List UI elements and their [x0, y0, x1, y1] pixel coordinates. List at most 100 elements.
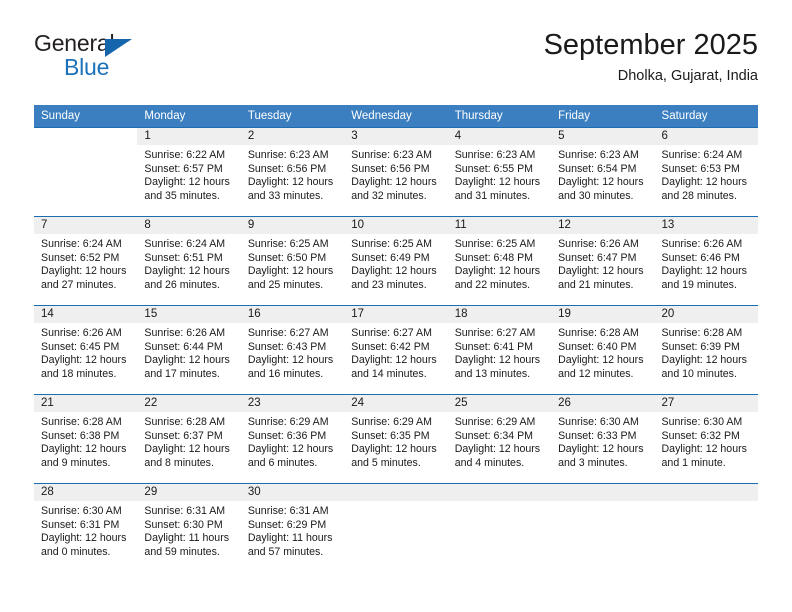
calendar-day-cell[interactable]: 7 Sunrise: 6:24 AM Sunset: 6:52 PM Daylight…: [34, 216, 138, 306]
sunset-time: Sunset: 6:56 PM: [247, 162, 327, 175]
daylight-duration-line2: and 22 minutes.: [454, 278, 531, 291]
day-cell-content: [654, 484, 758, 572]
sunset-time: Sunset: 6:39 PM: [661, 340, 740, 353]
sunset-time: Sunset: 6:57 PM: [144, 162, 223, 175]
daylight-duration-line1: Daylight: 12 hours: [41, 354, 127, 367]
day-details: Sunrise: 6:25 AM Sunset: 6:48 PM Daylight:…: [448, 234, 551, 292]
calendar-day-cell[interactable]: 19 Sunrise: 6:28 AM Sunset: 6:40 PM Dayligh…: [551, 305, 655, 395]
day-number: 8: [137, 217, 241, 234]
weekday-header-wednesday: Wednesday: [344, 105, 448, 128]
sunrise-time: Sunrise: 6:25 AM: [454, 238, 536, 250]
daylight-duration-line1: Daylight: 12 hours: [144, 176, 230, 189]
calendar-day-cell[interactable]: 21 Sunrise: 6:28 AM Sunset: 6:38 PM Dayligh…: [34, 394, 138, 484]
sunset-time: Sunset: 6:38 PM: [41, 429, 120, 442]
day-details: Sunrise: 6:30 AM Sunset: 6:33 PM Daylight:…: [551, 412, 654, 470]
sunrise-time: Sunrise: 6:28 AM: [558, 327, 639, 339]
calendar-day-cell[interactable]: 6 Sunrise: 6:24 AM Sunset: 6:53 PM Daylight…: [654, 127, 758, 217]
calendar-day-cell[interactable]: 2 Sunrise: 6:23 AM Sunset: 6:56 PM Daylight…: [240, 127, 345, 217]
calendar-day-cell[interactable]: 16 Sunrise: 6:27 AM Sunset: 6:43 PM Dayligh…: [240, 305, 345, 395]
calendar-day-cell[interactable]: 13 Sunrise: 6:26 AM Sunset: 6:46 PM Dayligh…: [654, 216, 758, 306]
daylight-duration-line2: and 21 minutes.: [558, 278, 634, 291]
sunrise-time: Sunrise: 6:30 AM: [41, 505, 122, 517]
daylight-duration-line2: and 27 minutes.: [41, 278, 117, 291]
day-cell-content: 29 Sunrise: 6:31 AM Sunset: 6:30 PM Dayligh…: [137, 484, 241, 572]
sunrise-time: Sunrise: 6:22 AM: [144, 149, 226, 161]
daylight-duration-line1: Daylight: 12 hours: [558, 265, 644, 278]
daylight-duration-line2: and 23 minutes.: [351, 278, 427, 291]
day-details: Sunrise: 6:29 AM Sunset: 6:35 PM Daylight:…: [344, 412, 447, 470]
calendar-day-cell[interactable]: 25 Sunrise: 6:29 AM Sunset: 6:34 PM Dayligh…: [447, 394, 552, 484]
daylight-duration-line1: Daylight: 11 hours: [247, 532, 333, 545]
calendar-day-cell[interactable]: 14 Sunrise: 6:26 AM Sunset: 6:45 PM Dayligh…: [34, 305, 138, 395]
day-details: Sunrise: 6:24 AM Sunset: 6:53 PM Daylight:…: [655, 145, 758, 203]
day-cell-content: 22 Sunrise: 6:28 AM Sunset: 6:37 PM Dayligh…: [137, 395, 241, 483]
day-details: Sunrise: 6:23 AM Sunset: 6:55 PM Daylight:…: [448, 145, 551, 203]
daylight-duration-line1: Daylight: 12 hours: [351, 354, 437, 367]
calendar-day-cell[interactable]: 15 Sunrise: 6:26 AM Sunset: 6:44 PM Dayligh…: [137, 305, 241, 395]
daylight-duration-line2: and 8 minutes.: [144, 456, 214, 469]
day-number: 21: [34, 395, 138, 412]
calendar-day-cell[interactable]: 11 Sunrise: 6:25 AM Sunset: 6:48 PM Dayligh…: [447, 216, 552, 306]
calendar-day-cell[interactable]: 18 Sunrise: 6:27 AM Sunset: 6:41 PM Dayligh…: [447, 305, 552, 395]
calendar-week-row: 14 Sunrise: 6:26 AM Sunset: 6:45 PM Dayligh…: [34, 305, 758, 395]
calendar-day-cell[interactable]: 5 Sunrise: 6:23 AM Sunset: 6:54 PM Daylight…: [551, 127, 655, 217]
day-number: [447, 484, 552, 501]
day-number: 10: [344, 217, 448, 234]
logo-text-general: General: [34, 30, 115, 56]
calendar-day-cell[interactable]: 9 Sunrise: 6:25 AM Sunset: 6:50 PM Daylight…: [240, 216, 345, 306]
daylight-duration-line2: and 35 minutes.: [144, 189, 220, 202]
daylight-duration-line2: and 16 minutes.: [247, 367, 324, 380]
sunset-time: Sunset: 6:33 PM: [558, 429, 637, 442]
sunset-time: Sunset: 6:31 PM: [41, 518, 120, 531]
sunrise-time: Sunrise: 6:28 AM: [144, 416, 226, 428]
sunrise-time: Sunrise: 6:26 AM: [558, 238, 639, 250]
calendar-week-row: 7 Sunrise: 6:24 AM Sunset: 6:52 PM Daylight…: [34, 216, 758, 306]
daylight-duration-line1: Daylight: 12 hours: [247, 265, 334, 278]
calendar-day-cell[interactable]: 27 Sunrise: 6:30 AM Sunset: 6:32 PM Dayligh…: [654, 394, 758, 484]
daylight-duration-line1: Daylight: 12 hours: [351, 443, 437, 456]
day-details: Sunrise: 6:28 AM Sunset: 6:37 PM Daylight:…: [137, 412, 240, 470]
day-details: Sunrise: 6:29 AM Sunset: 6:36 PM Daylight:…: [241, 412, 344, 470]
daylight-duration-line1: Daylight: 11 hours: [144, 532, 230, 545]
calendar-day-cell[interactable]: 22 Sunrise: 6:28 AM Sunset: 6:37 PM Dayligh…: [137, 394, 241, 484]
day-cell-content: 2 Sunrise: 6:23 AM Sunset: 6:56 PM Daylight…: [240, 128, 345, 216]
calendar-day-cell[interactable]: 12 Sunrise: 6:26 AM Sunset: 6:47 PM Dayligh…: [551, 216, 655, 306]
calendar-day-cell[interactable]: 1 Sunrise: 6:22 AM Sunset: 6:57 PM Daylight…: [137, 127, 241, 217]
day-cell-content: 20 Sunrise: 6:28 AM Sunset: 6:39 PM Dayligh…: [654, 306, 758, 394]
sunrise-time: Sunrise: 6:23 AM: [454, 149, 536, 161]
calendar-day-cell[interactable]: 24 Sunrise: 6:29 AM Sunset: 6:35 PM Dayligh…: [344, 394, 448, 484]
calendar-day-cell[interactable]: 30 Sunrise: 6:31 AM Sunset: 6:29 PM Dayligh…: [240, 483, 345, 572]
day-cell-content: 7 Sunrise: 6:24 AM Sunset: 6:52 PM Daylight…: [34, 217, 138, 305]
calendar-day-cell[interactable]: 28 Sunrise: 6:30 AM Sunset: 6:31 PM Dayligh…: [34, 483, 138, 572]
calendar-day-cell: [34, 127, 138, 217]
weekday-header-friday: Friday: [551, 105, 655, 128]
day-cell-content: 9 Sunrise: 6:25 AM Sunset: 6:50 PM Daylight…: [240, 217, 345, 305]
day-number: 5: [551, 128, 655, 145]
calendar-day-cell[interactable]: 8 Sunrise: 6:24 AM Sunset: 6:51 PM Daylight…: [137, 216, 241, 306]
weekday-header-tuesday: Tuesday: [240, 105, 345, 128]
sunrise-time: Sunrise: 6:27 AM: [351, 327, 432, 339]
sunset-time: Sunset: 6:32 PM: [661, 429, 740, 442]
calendar-day-cell[interactable]: 23 Sunrise: 6:29 AM Sunset: 6:36 PM Dayligh…: [240, 394, 345, 484]
day-number: 22: [137, 395, 241, 412]
calendar-day-cell[interactable]: 3 Sunrise: 6:23 AM Sunset: 6:56 PM Daylight…: [344, 127, 448, 217]
day-number: 26: [551, 395, 655, 412]
calendar-day-cell[interactable]: 10 Sunrise: 6:25 AM Sunset: 6:49 PM Dayligh…: [344, 216, 448, 306]
calendar-day-cell[interactable]: 4 Sunrise: 6:23 AM Sunset: 6:55 PM Daylight…: [447, 127, 552, 217]
day-details: Sunrise: 6:28 AM Sunset: 6:38 PM Daylight:…: [34, 412, 137, 470]
calendar-week-row: 1 Sunrise: 6:22 AM Sunset: 6:57 PM Daylight…: [34, 127, 758, 217]
day-cell-content: 26 Sunrise: 6:30 AM Sunset: 6:33 PM Dayligh…: [551, 395, 655, 483]
calendar-day-cell[interactable]: 29 Sunrise: 6:31 AM Sunset: 6:30 PM Dayligh…: [137, 483, 241, 572]
calendar-day-cell[interactable]: 20 Sunrise: 6:28 AM Sunset: 6:39 PM Dayligh…: [654, 305, 758, 395]
sunrise-time: Sunrise: 6:26 AM: [41, 327, 122, 339]
day-details: Sunrise: 6:29 AM Sunset: 6:34 PM Daylight:…: [448, 412, 551, 470]
daylight-duration-line2: and 18 minutes.: [41, 367, 117, 380]
daylight-duration-line1: Daylight: 12 hours: [454, 176, 541, 189]
calendar-day-cell[interactable]: 17 Sunrise: 6:27 AM Sunset: 6:42 PM Dayligh…: [344, 305, 448, 395]
weekday-header-thursday: Thursday: [447, 105, 552, 128]
day-details: Sunrise: 6:22 AM Sunset: 6:57 PM Daylight:…: [137, 145, 240, 203]
daylight-duration-line1: Daylight: 12 hours: [247, 354, 334, 367]
calendar-day-cell[interactable]: 26 Sunrise: 6:30 AM Sunset: 6:33 PM Dayligh…: [551, 394, 655, 484]
daylight-duration-line2: and 13 minutes.: [454, 367, 531, 380]
day-details: Sunrise: 6:26 AM Sunset: 6:47 PM Daylight:…: [551, 234, 654, 292]
